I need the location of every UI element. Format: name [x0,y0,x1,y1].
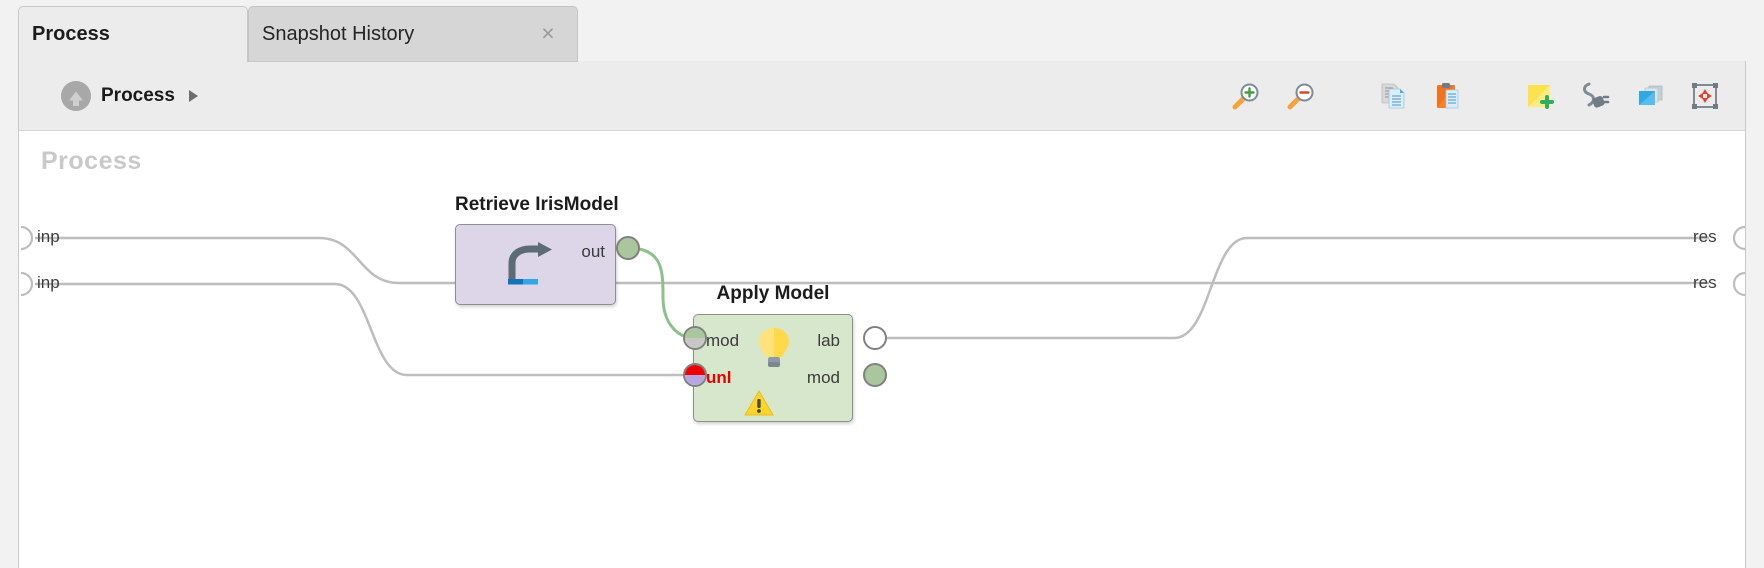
port-half-top [685,328,705,338]
close-icon[interactable]: × [537,23,559,45]
zoom-out-button[interactable] [1283,78,1319,114]
apply-model-mod-output-port[interactable] [863,363,887,387]
paste-button[interactable] [1430,78,1466,114]
tab-snapshot-history[interactable]: Snapshot History × [248,6,578,62]
process-canvas[interactable]: Process inp inp res res Retrieve IrisMod… [18,131,1746,568]
apply-model-unl-input-label: unl [706,368,732,388]
retrieve-irismodel-title: Retrieve IrisModel [455,194,616,216]
retrieve-out-port-label: out [581,242,605,262]
auto-arrange-icon [1690,81,1720,111]
copy-icon [1378,81,1408,111]
apply-model-lab-output-port[interactable] [863,326,887,350]
toolbar-button-group [1228,61,1723,131]
auto-arrange-button[interactable] [1687,78,1723,114]
layers-button[interactable] [1632,78,1668,114]
add-note-button[interactable] [1522,78,1558,114]
up-arrow-circle-icon[interactable] [61,81,91,111]
canvas-edge-ports [19,131,1746,568]
chevron-right-icon [189,90,198,102]
paste-icon [1433,81,1463,111]
process-result-port-1[interactable]: res [1693,227,1717,247]
connector-button[interactable] [1577,78,1613,114]
apply-model-mod-input-label: mod [706,331,739,351]
breadcrumb: Process [61,61,198,131]
retrieve-irismodel-operator[interactable]: out [455,224,616,305]
process-editor-window: Process Snapshot History × Process [0,0,1764,568]
port-half-bottom [685,338,705,348]
zoom-in-button[interactable] [1228,78,1264,114]
tab-snapshot-history-label: Snapshot History [249,23,414,46]
zoom-out-icon [1286,81,1316,111]
apply-model-unl-input-port[interactable] [683,363,707,387]
warning-triangle-icon [744,390,774,417]
copy-button[interactable] [1375,78,1411,114]
process-toolbar: Process [18,61,1746,131]
retrieve-arrow-icon [498,241,560,289]
tab-process[interactable]: Process [18,6,248,62]
apply-model-mod-output-label: mod [807,368,840,388]
apply-model-operator[interactable]: mod unl lab mod [693,314,853,422]
apply-model-lab-output-label: lab [817,331,840,351]
apply-model-title: Apply Model [693,283,853,305]
add-note-icon [1525,81,1555,111]
port-half-top [685,365,705,375]
process-input-port-2[interactable]: inp [37,273,60,293]
retrieve-out-port[interactable] [616,236,640,260]
lightbulb-icon [757,326,791,374]
plug-cable-icon [1580,81,1610,111]
process-result-port-2[interactable]: res [1693,273,1717,293]
tab-process-label: Process [19,23,110,46]
apply-model-mod-input-port[interactable] [683,326,707,350]
process-input-port-1[interactable]: inp [37,227,60,247]
breadcrumb-label: Process [101,85,175,107]
tab-bar: Process Snapshot History × [0,0,1764,62]
zoom-in-icon [1231,81,1261,111]
port-half-bottom [685,375,705,385]
layers-icon [1635,81,1665,111]
